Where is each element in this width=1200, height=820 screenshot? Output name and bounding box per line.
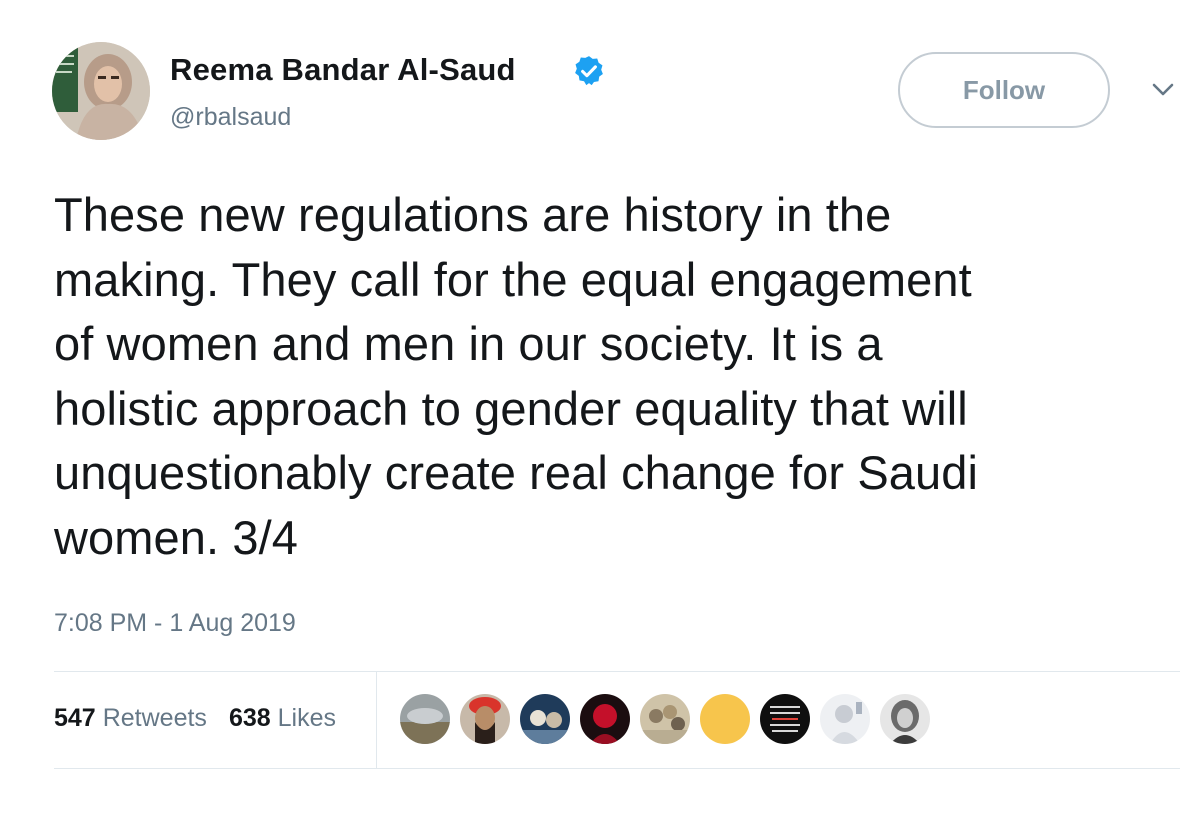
likes-count: 638	[228, 704, 271, 732]
liker-avatar[interactable]	[400, 694, 450, 744]
liker-avatar[interactable]	[520, 694, 570, 744]
liker-avatar[interactable]	[640, 694, 690, 744]
profile-avatar[interactable]	[52, 42, 150, 140]
tweet-card: Reema Bandar Al-Saud @rbalsaud Follow Th…	[0, 0, 1200, 820]
engagement-stats: 547 Retweets 638 Likes	[54, 704, 336, 733]
liker-avatar[interactable]	[460, 694, 510, 744]
liker-avatar[interactable]	[580, 694, 630, 744]
retweets-stat[interactable]: 547 Retweets	[54, 704, 207, 733]
likes-label: Likes	[277, 704, 337, 732]
tweet-timestamp[interactable]: 7:08 PM - 1 Aug 2019	[54, 609, 296, 638]
divider	[54, 768, 1180, 769]
stats-divider	[376, 672, 377, 768]
liker-avatar[interactable]	[820, 694, 870, 744]
divider	[54, 671, 1180, 672]
display-name[interactable]: Reema Bandar Al-Saud	[170, 52, 516, 88]
user-handle[interactable]: @rbalsaud	[170, 103, 291, 132]
verified-badge-icon	[575, 56, 603, 86]
likes-stat[interactable]: 638 Likes	[229, 704, 336, 733]
liker-avatar[interactable]	[880, 694, 930, 744]
liker-avatar[interactable]	[760, 694, 810, 744]
liker-avatars	[400, 694, 930, 744]
retweets-label: Retweets	[102, 704, 207, 732]
retweets-count: 547	[54, 704, 96, 732]
chevron-down-icon[interactable]	[1148, 80, 1178, 100]
tweet-text: These new regulations are history in the…	[54, 188, 979, 564]
liker-avatar[interactable]	[700, 694, 750, 744]
follow-button[interactable]: Follow	[898, 52, 1110, 128]
